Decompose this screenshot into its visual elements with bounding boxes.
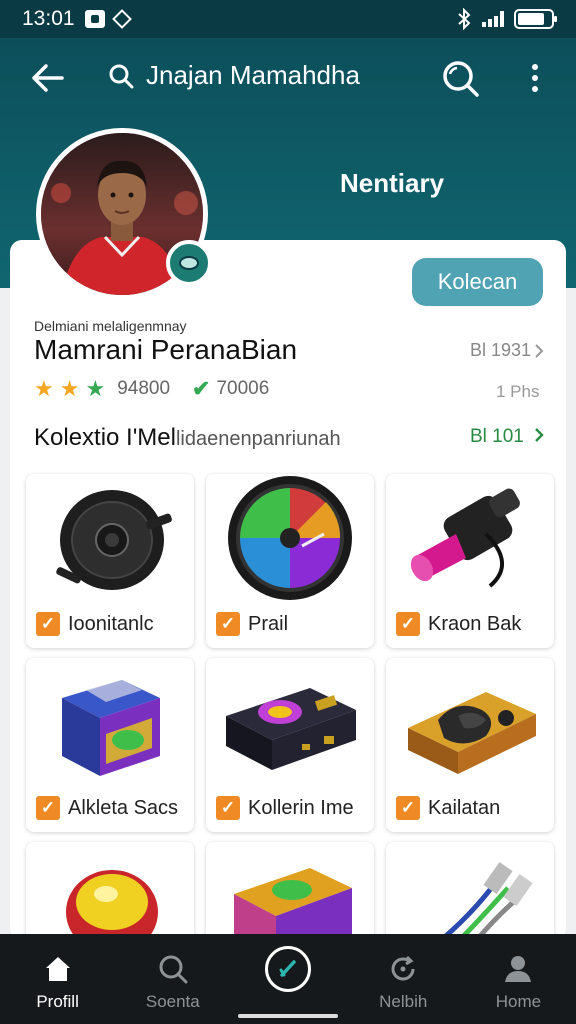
horn-image [410,488,520,588]
profile-meta-link[interactable]: Bl 1931 [470,340,545,361]
collection-see-all-link[interactable]: Bl 101 [470,426,545,448]
collection-item-horn[interactable]: ✓ Kraon Bak [386,474,554,648]
eye-icon [179,256,199,270]
collection-link-text: Bl 101 [470,426,524,447]
battery-icon [514,9,557,29]
star-icon: ★ [34,376,54,401]
notification-icon [84,10,105,28]
item-label-text: Prail [248,612,289,635]
nav-home[interactable]: Home [461,934,576,1024]
item-label-text: Kollerin Ime [248,796,354,819]
nav-search[interactable]: Soenta [115,934,230,1024]
collection-title-rest: lidaenenpanriunah [175,428,341,450]
item-label-text: Ioonitanlc [68,612,154,635]
item-label-text: Alkleta Sacs [68,796,179,819]
profile-meta-bottom: 1 Phs [496,382,540,401]
search-button[interactable] [440,58,480,98]
search-icon [443,61,479,97]
back-arrow-icon [32,64,64,92]
profile-subname: Delmiani melaligenmnay [34,318,187,334]
star-icon: ★ [59,376,80,401]
nav-profile[interactable]: Profill [0,934,115,1024]
collection-item-wheel[interactable]: ✓ Prail [206,474,374,648]
more-menu-button[interactable] [522,60,548,96]
battery-fill [518,13,544,25]
verified-icon: ✔ [192,376,211,401]
checkbox-checked-icon: ✓ [396,612,420,636]
rating-value: 94800 [117,378,171,399]
item-label: ✓ Ioonitanlc [36,612,154,636]
header-label: Nentiary [340,168,445,198]
item-label: ✓ Alkleta Sacs [36,796,178,820]
collection-title: Kolextio I'Mellidaenenpanriunah [34,424,341,452]
checkbox-checked-icon: ✓ [36,612,60,636]
avatar-badge [166,240,212,286]
signal-icon [482,11,504,27]
star-icon: ★ [85,376,106,401]
collection-title-main: Kolextio I'Mel [34,424,176,451]
console-image [226,688,356,770]
checkbox-checked-icon: ✓ [396,796,420,820]
more-vertical-icon [532,64,538,70]
item-label: ✓ Kollerin Ime [216,796,354,820]
checkbox-checked-icon: ✓ [36,796,60,820]
game-box-image [62,680,160,776]
verified-value: 70006 [216,378,270,399]
item-label-text: Kraon Bak [428,612,522,635]
nav-label: Home [495,992,542,1011]
item-label-text: Kailatan [428,796,501,819]
nav-center-action[interactable] [230,934,345,1024]
gold-box-image [408,692,536,774]
check-circle-icon [279,960,296,977]
collection-item-box[interactable]: ✓ Alkleta Sacs [26,658,194,832]
speaker-image [56,490,172,590]
refresh-icon [391,955,415,981]
home-indicator [238,1014,338,1018]
nav-refresh[interactable]: Nelbih [346,934,461,1024]
item-label: ✓ Kraon Bak [396,612,521,636]
bluetooth-icon [458,8,471,30]
status-bar: 13:01 [0,0,576,38]
profile-name: Mamrani PeranaBian [34,334,298,365]
search-text: Jnajan Mamahdha [146,60,360,90]
profile-meta-text: Bl 1931 [470,340,532,360]
home-icon [45,957,70,981]
collection-item-console[interactable]: ✓ Kollerin Ime [206,658,374,832]
collect-button[interactable]: Kolecan [412,258,543,306]
nav-label: Soenta [145,992,200,1011]
color-wheel-speaker-image [228,476,352,600]
status-time: 13:01 [22,7,75,30]
back-button[interactable] [30,62,66,94]
bottom-nav: Profill Soenta Nelbih Home [0,934,576,1024]
collection-item-gold-box[interactable]: ✓ Kailatan [386,658,554,832]
vpn-icon [111,9,132,29]
checkbox-checked-icon: ✓ [216,612,240,636]
profile-stats: ★ ★ ★ 94800 ✔ 70006 [34,376,269,402]
chevron-right-icon [535,343,544,358]
search-small-icon [109,64,134,88]
chevron-right-icon [535,428,544,442]
nav-label: Profill [36,992,79,1011]
person-icon [505,956,532,982]
item-label: ✓ Kailatan [396,796,500,820]
item-label: ✓ Prail [216,612,288,636]
collection-item-speaker[interactable]: ✓ Ioonitanlc [26,474,194,648]
checkbox-checked-icon: ✓ [216,796,240,820]
nav-label: Nelbih [379,992,428,1011]
search-bar[interactable]: Jnajan Mamahdha [108,60,360,91]
search-icon [159,955,188,984]
